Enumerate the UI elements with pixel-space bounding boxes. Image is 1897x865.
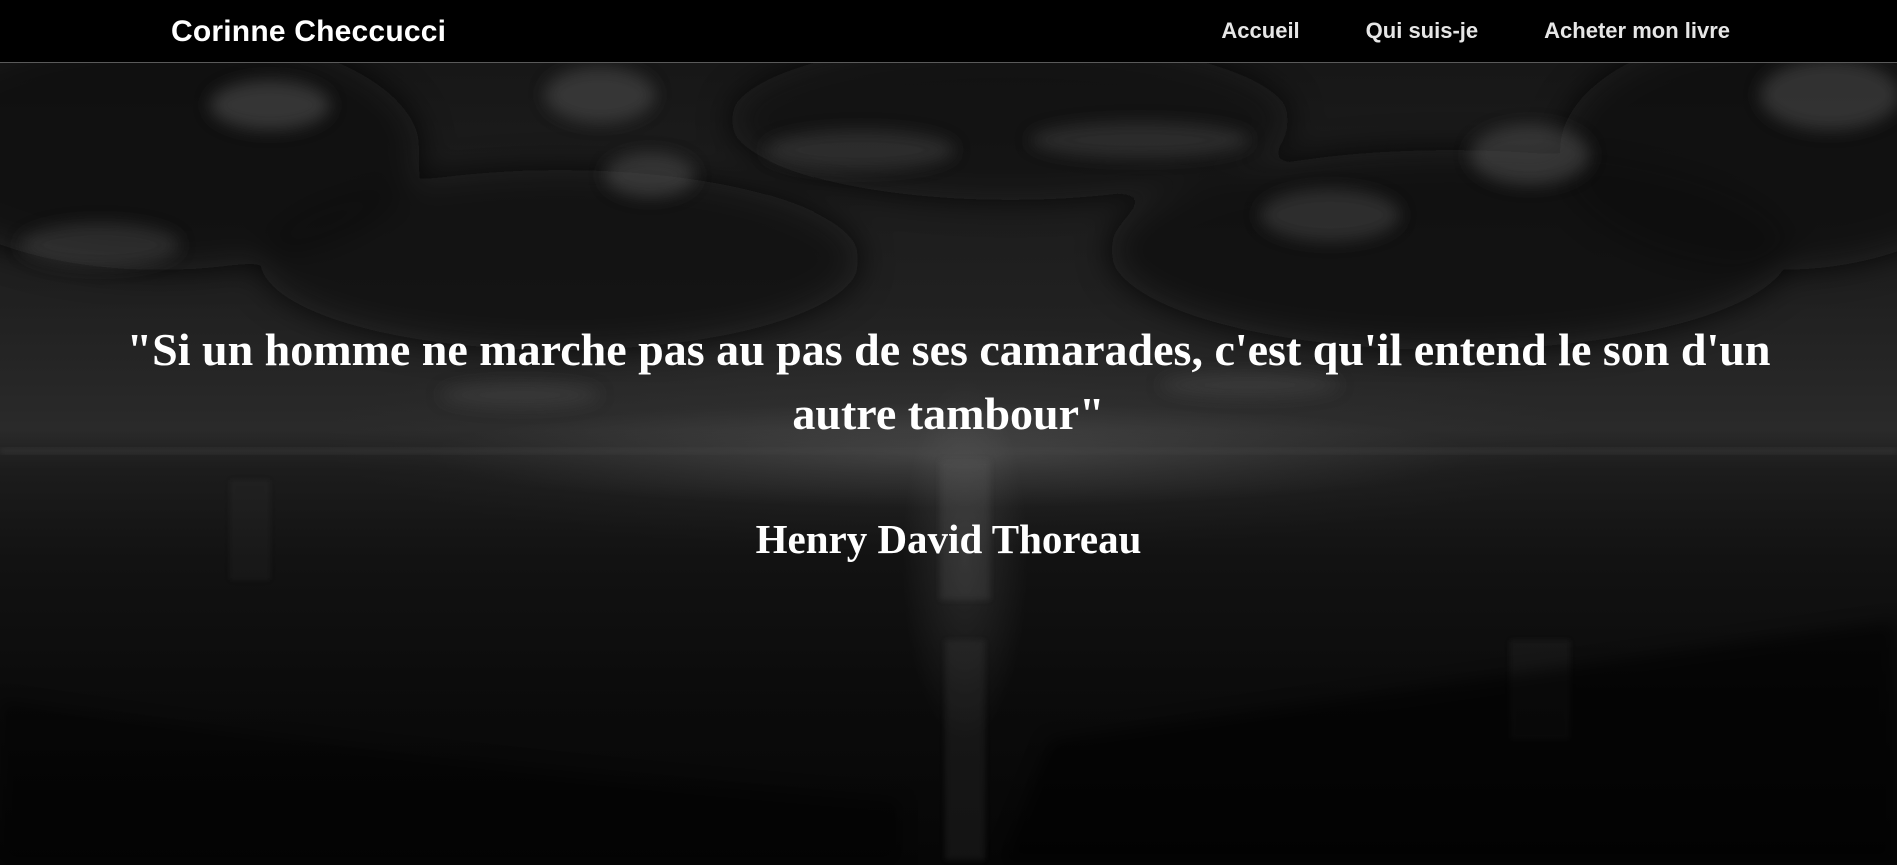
nav-acheter-mon-livre[interactable]: Acheter mon livre [1544,17,1730,45]
brand-link[interactable]: Corinne Checcucci [171,14,446,50]
main-nav: Accueil Qui suis-je Acheter mon livre [1221,17,1730,45]
hero-quote: "Si un homme ne marche pas au pas de ses… [126,324,1771,439]
nav-accueil[interactable]: Accueil [1221,17,1299,45]
page: Corinne Checcucci Accueil Qui suis-je Ac… [0,0,1897,865]
nav-qui-suis-je[interactable]: Qui suis-je [1366,17,1478,45]
quote-author: Henry David Thoreau [755,516,1142,562]
navbar: Corinne Checcucci Accueil Qui suis-je Ac… [0,0,1897,63]
